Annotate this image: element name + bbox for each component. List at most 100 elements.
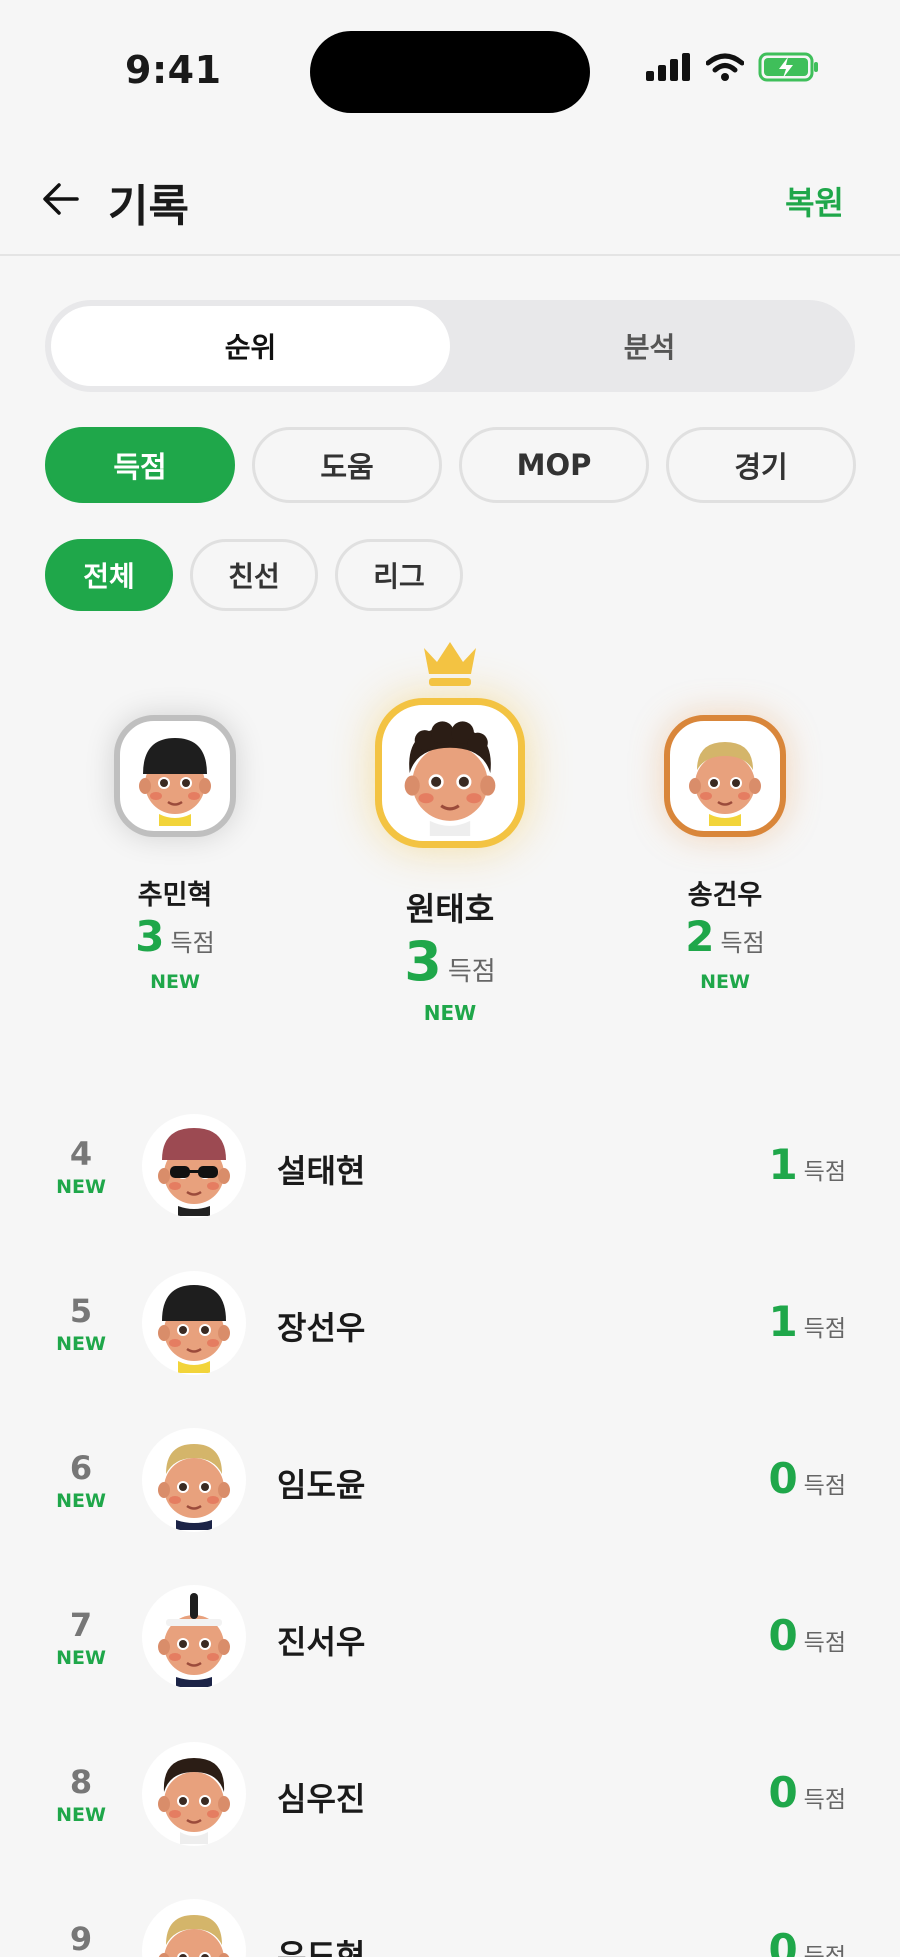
- score-value: 0: [768, 1611, 798, 1660]
- podium-first[interactable]: 원태호 3 득점 NEW: [365, 640, 535, 1025]
- new-badge: NEW: [700, 971, 750, 993]
- status-bar: 9:41: [0, 0, 900, 140]
- score-unit: 득점: [803, 1944, 846, 1957]
- avatar: [375, 698, 525, 848]
- tab-ranking[interactable]: 순위: [51, 306, 450, 386]
- avatar: [142, 1271, 246, 1375]
- player-name: 원태호: [405, 890, 495, 928]
- new-badge: NEW: [56, 1647, 106, 1669]
- back-button[interactable]: [38, 176, 84, 222]
- score-value: 1: [768, 1297, 798, 1346]
- score-value: 1: [768, 1140, 798, 1189]
- score-value: 3: [404, 930, 442, 993]
- player-name: 진서우: [277, 1623, 366, 1661]
- rank-number: 9: [69, 1920, 93, 1957]
- player-name: 장선우: [277, 1309, 366, 1347]
- rank-column: 4 NEW: [40, 1136, 122, 1198]
- chip-mop[interactable]: MOP: [459, 427, 649, 503]
- score-value: 0: [768, 1925, 798, 1957]
- rank-column: 5 NEW: [40, 1293, 122, 1355]
- podium-second[interactable]: 추민혁 3 득점 NEW: [100, 715, 250, 993]
- chip-league[interactable]: 리그: [335, 539, 463, 611]
- signal-icon: [646, 53, 690, 81]
- list-item[interactable]: 4 NEW 설태현 1 득점: [0, 1096, 900, 1253]
- rank-column: 7 NEW: [40, 1607, 122, 1669]
- player-score: 1 득점: [768, 1297, 846, 1346]
- chip-all[interactable]: 전체: [45, 539, 173, 611]
- score-unit: 득점: [803, 1473, 846, 1499]
- score-unit: 득점: [803, 1787, 846, 1813]
- player-name: 심우진: [277, 1780, 366, 1818]
- status-time: 9:41: [125, 48, 222, 92]
- rank-number: 4: [69, 1135, 93, 1173]
- player-score: 0 득점: [768, 1925, 846, 1957]
- score-unit: 득점: [803, 1316, 846, 1342]
- score-value: 0: [768, 1768, 798, 1817]
- list-item[interactable]: 5 NEW 장선우 1 득점: [0, 1253, 900, 1410]
- avatar: [142, 1428, 246, 1532]
- player-score: 3 득점: [365, 930, 535, 993]
- segmented-control: 순위 분석: [45, 300, 855, 392]
- avatar: [142, 1114, 246, 1218]
- rank-column: 8 NEW: [40, 1764, 122, 1826]
- score-value: 0: [768, 1454, 798, 1503]
- player-score: 0 득점: [768, 1768, 846, 1817]
- list-item[interactable]: 9 유도현 0 득점: [0, 1881, 900, 1957]
- player-name: 임도윤: [277, 1466, 366, 1504]
- new-badge: NEW: [56, 1490, 106, 1512]
- avatar: [664, 715, 786, 837]
- list-item[interactable]: 7 NEW 진서우 0 득점: [0, 1567, 900, 1724]
- tab-analysis[interactable]: 분석: [450, 306, 849, 386]
- rank-number: 6: [69, 1449, 93, 1487]
- wifi-icon: [706, 53, 744, 81]
- player-score: 3 득점: [100, 912, 250, 961]
- new-badge: NEW: [56, 1333, 106, 1355]
- score-unit: 득점: [803, 1630, 846, 1656]
- back-arrow-icon: [43, 183, 79, 215]
- player-score: 1 득점: [768, 1140, 846, 1189]
- crown-icon: [424, 642, 476, 686]
- rank-column: 6 NEW: [40, 1450, 122, 1512]
- avatar: [142, 1899, 246, 1957]
- chip-assists[interactable]: 도움: [252, 427, 442, 503]
- chip-friendly[interactable]: 친선: [190, 539, 318, 611]
- new-badge: NEW: [150, 971, 200, 993]
- player-score: 0 득점: [768, 1611, 846, 1660]
- restore-button[interactable]: 복원: [785, 178, 844, 224]
- new-badge: NEW: [56, 1804, 106, 1826]
- score-unit: 득점: [720, 929, 765, 957]
- status-icons: [646, 52, 820, 82]
- avatar: [142, 1585, 246, 1689]
- app-header: 기록 복원: [0, 140, 900, 256]
- player-score: 0 득점: [768, 1454, 846, 1503]
- player-name: 유도현: [277, 1937, 366, 1957]
- list-item[interactable]: 8 NEW 심우진 0 득점: [0, 1724, 900, 1881]
- type-filter-chips: 전체 친선 리그: [45, 539, 463, 611]
- chip-goals[interactable]: 득점: [45, 427, 235, 503]
- podium: 추민혁 3 득점 NEW 원태호 3 득점 NEW 송건우 2 득점 NEW: [0, 640, 900, 1080]
- stat-filter-chips: 득점 도움 MOP 경기: [45, 427, 856, 503]
- score-unit: 득점: [447, 957, 496, 987]
- avatar: [142, 1742, 246, 1846]
- player-score: 2 득점: [650, 912, 800, 961]
- player-name: 설태현: [277, 1152, 366, 1190]
- rank-number: 8: [69, 1763, 93, 1801]
- dynamic-island: [310, 31, 590, 113]
- new-badge: NEW: [56, 1176, 106, 1198]
- player-name: 송건우: [687, 880, 763, 911]
- score-unit: 득점: [170, 929, 215, 957]
- battery-icon: [758, 52, 818, 82]
- avatar: [114, 715, 236, 837]
- rank-number: 5: [69, 1292, 93, 1330]
- list-item[interactable]: 6 NEW 임도윤 0 득점: [0, 1410, 900, 1567]
- score-value: 3: [135, 912, 165, 961]
- podium-third[interactable]: 송건우 2 득점 NEW: [650, 715, 800, 993]
- new-badge: NEW: [423, 1001, 477, 1025]
- page-title: 기록: [108, 181, 189, 232]
- ranking-list: 4 NEW 설태현 1 득점 5 NEW 장선우 1 득점 6 NEW 임도윤 …: [0, 1096, 900, 1957]
- rank-number: 7: [69, 1606, 93, 1644]
- player-name: 추민혁: [137, 880, 213, 911]
- chip-matches[interactable]: 경기: [666, 427, 856, 503]
- rank-column: 9: [40, 1921, 122, 1957]
- score-value: 2: [685, 912, 715, 961]
